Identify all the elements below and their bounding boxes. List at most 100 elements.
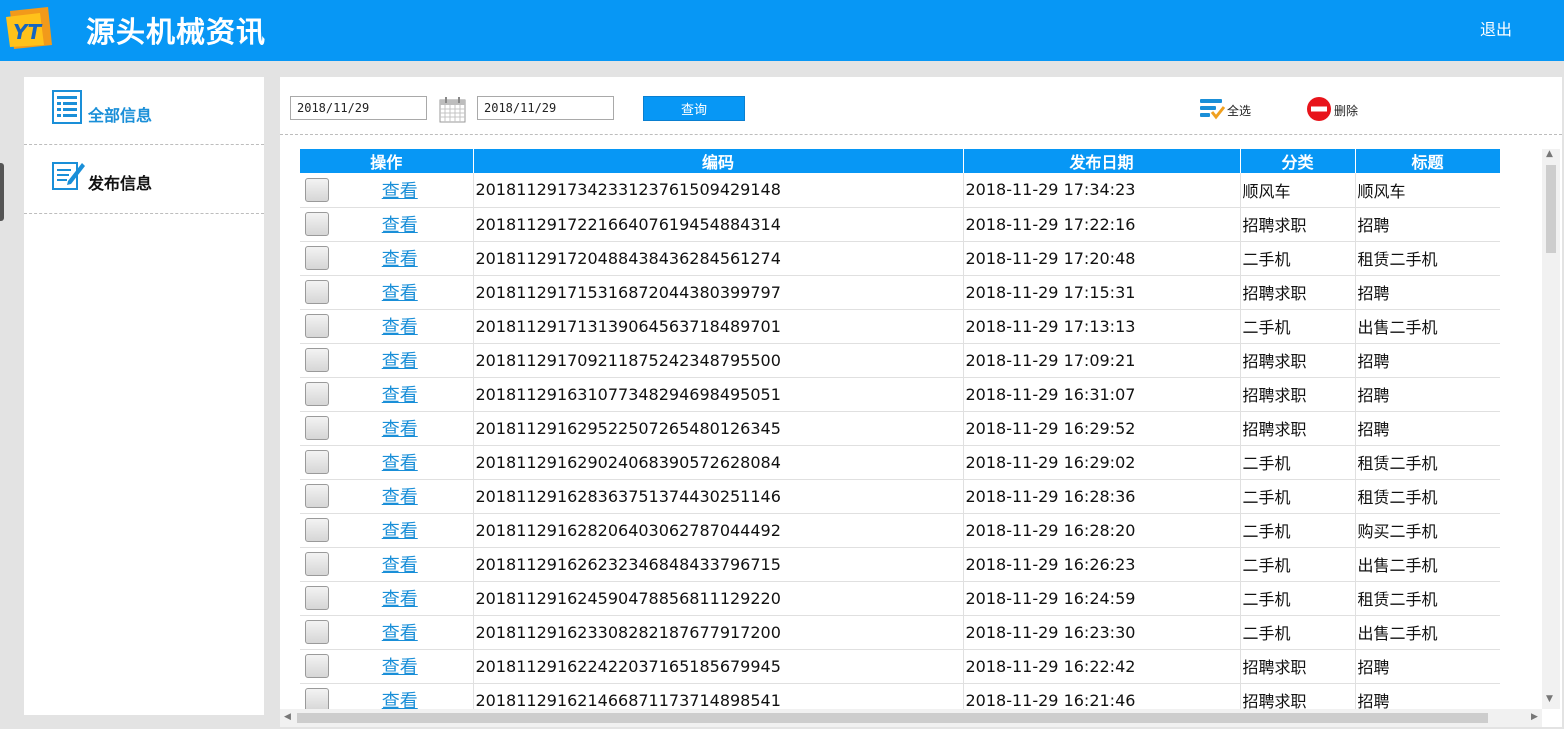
category-cell: 招聘求职 <box>1240 649 1356 684</box>
date-cell: 2018-11-29 16:28:20 <box>963 513 1241 548</box>
row-checkbox[interactable] <box>305 586 329 610</box>
action-cell: 查看 <box>300 547 474 582</box>
calendar-icon[interactable] <box>439 97 466 123</box>
view-link[interactable]: 查看 <box>329 585 471 611</box>
sidebar-item-label: 发布信息 <box>88 174 153 193</box>
code-cell: 201811291622422037165185679945 <box>473 649 964 684</box>
row-checkbox[interactable] <box>305 382 329 406</box>
main-panel: 查询 全选 删除 操作 编码 <box>280 77 1562 727</box>
row-checkbox[interactable] <box>305 280 329 304</box>
sidebar-item-label: 全部信息 <box>88 106 153 125</box>
action-cell: 查看 <box>300 683 474 712</box>
action-cell: 查看 <box>300 479 474 514</box>
row-checkbox[interactable] <box>305 246 329 270</box>
code-cell: 201811291722166407619454884314 <box>473 207 964 242</box>
view-link[interactable]: 查看 <box>329 347 471 373</box>
date-cell: 2018-11-29 17:34:23 <box>963 173 1241 208</box>
row-checkbox[interactable] <box>305 314 329 338</box>
view-link[interactable]: 查看 <box>329 313 471 339</box>
vertical-scrollbar[interactable]: ▲ ▼ <box>1542 149 1560 709</box>
view-link[interactable]: 查看 <box>329 381 471 407</box>
row-checkbox[interactable] <box>305 212 329 236</box>
category-cell: 二手机 <box>1240 445 1356 480</box>
table-row: 查看 201811291622422037165185679945 2018-11-… <box>300 649 1500 684</box>
view-link[interactable]: 查看 <box>329 619 471 645</box>
code-cell: 201811291715316872044380399797 <box>473 275 964 310</box>
select-all-label: 全选 <box>1227 104 1252 118</box>
action-cell: 查看 <box>300 411 474 446</box>
column-header-code[interactable]: 编码 <box>473 149 964 173</box>
view-link[interactable]: 查看 <box>329 653 471 679</box>
title-cell: 招聘 <box>1355 207 1500 242</box>
scroll-down-arrow-icon[interactable]: ▼ <box>1546 694 1553 704</box>
row-checkbox[interactable] <box>305 348 329 372</box>
table-row: 查看 201811291621466871173714898541 2018-11-… <box>300 683 1500 712</box>
horizontal-scrollbar[interactable]: ◀ ▶ <box>280 709 1542 727</box>
view-link[interactable]: 查看 <box>329 211 471 237</box>
date-cell: 2018-11-29 17:22:16 <box>963 207 1241 242</box>
view-link[interactable]: 查看 <box>329 415 471 441</box>
end-date-input[interactable] <box>477 96 614 120</box>
code-cell: 201811291629024068390572628084 <box>473 445 964 480</box>
sidebar-toggle-handle[interactable] <box>0 163 4 221</box>
date-cell: 2018-11-29 16:31:07 <box>963 377 1241 412</box>
column-header-action[interactable]: 操作 <box>300 149 474 173</box>
horizontal-scroll-thumb[interactable] <box>297 713 1488 723</box>
scroll-up-arrow-icon[interactable]: ▲ <box>1546 149 1553 159</box>
column-header-date[interactable]: 发布日期 <box>963 149 1241 173</box>
row-checkbox[interactable] <box>305 450 329 474</box>
code-cell: 201811291626232346848433796715 <box>473 547 964 582</box>
vertical-scroll-thumb[interactable] <box>1546 165 1556 253</box>
query-button[interactable]: 查询 <box>643 96 745 121</box>
title-cell: 出售二手机 <box>1355 547 1500 582</box>
app-header: YT 源头机械资讯 退出 <box>0 0 1564 61</box>
sidebar-item-all-info[interactable]: 全部信息 <box>24 77 264 145</box>
view-link[interactable]: 查看 <box>329 279 471 305</box>
column-header-title[interactable]: 标题 <box>1355 149 1500 173</box>
view-link[interactable]: 查看 <box>329 483 471 509</box>
view-link[interactable]: 查看 <box>329 449 471 475</box>
view-link[interactable]: 查看 <box>329 551 471 577</box>
title-cell: 招聘 <box>1355 683 1500 712</box>
column-header-category[interactable]: 分类 <box>1240 149 1356 173</box>
title-cell: 招聘 <box>1355 275 1500 310</box>
row-checkbox[interactable] <box>305 416 329 440</box>
row-checkbox[interactable] <box>305 654 329 678</box>
view-link[interactable]: 查看 <box>329 245 471 271</box>
code-cell: 201811291713139064563718489701 <box>473 309 964 344</box>
title-cell: 招聘 <box>1355 343 1500 378</box>
title-cell: 顺风车 <box>1355 173 1500 208</box>
view-link[interactable]: 查看 <box>329 517 471 543</box>
table-row: 查看 201811291628206403062787044492 2018-11-… <box>300 513 1500 548</box>
scroll-left-arrow-icon[interactable]: ◀ <box>284 712 291 722</box>
row-checkbox[interactable] <box>305 484 329 508</box>
delete-button[interactable]: 删除 <box>1306 97 1366 121</box>
code-cell: 201811291709211875242348795500 <box>473 343 964 378</box>
row-checkbox[interactable] <box>305 620 329 644</box>
action-cell: 查看 <box>300 513 474 548</box>
code-cell: 201811291720488438436284561274 <box>473 241 964 276</box>
date-cell: 2018-11-29 16:26:23 <box>963 547 1241 582</box>
date-cell: 2018-11-29 16:29:52 <box>963 411 1241 446</box>
select-all-button[interactable]: 全选 <box>1200 97 1260 121</box>
row-checkbox[interactable] <box>305 177 329 202</box>
view-link[interactable]: 查看 <box>329 177 471 203</box>
action-cell: 查看 <box>300 241 474 276</box>
category-cell: 招聘求职 <box>1240 411 1356 446</box>
app-title: 源头机械资讯 <box>86 15 267 49</box>
logout-link[interactable]: 退出 <box>1480 16 1512 40</box>
sidebar-item-publish-info[interactable]: 发布信息 <box>24 146 264 214</box>
category-cell: 二手机 <box>1240 547 1356 582</box>
row-checkbox[interactable] <box>305 518 329 542</box>
action-cell: 查看 <box>300 615 474 650</box>
table-row: 查看 201811291624590478856811129220 2018-11-… <box>300 581 1500 616</box>
action-cell: 查看 <box>300 207 474 242</box>
start-date-input[interactable] <box>290 96 427 120</box>
action-cell: 查看 <box>300 581 474 616</box>
scroll-right-arrow-icon[interactable]: ▶ <box>1531 712 1538 722</box>
category-cell: 二手机 <box>1240 309 1356 344</box>
action-cell: 查看 <box>300 275 474 310</box>
code-cell: 201811291734233123761509429148 <box>473 173 964 208</box>
action-cell: 查看 <box>300 343 474 378</box>
row-checkbox[interactable] <box>305 552 329 576</box>
